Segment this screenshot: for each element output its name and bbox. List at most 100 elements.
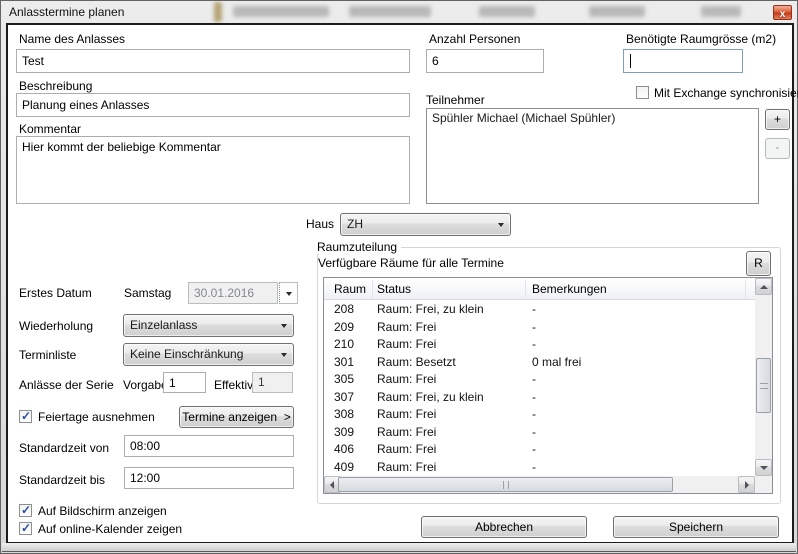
text-cursor bbox=[630, 54, 631, 68]
table-row[interactable]: 305Raum: Frei- bbox=[324, 370, 755, 388]
rooms-table: Raum Status Bemerkungen 208 Raum: Frei, z… bbox=[323, 277, 773, 494]
bildschirm-checkbox-label[interactable]: Auf Bildschirm anzeigen bbox=[38, 504, 167, 518]
table-row[interactable]: 208Raum: Frei, zu klein- bbox=[324, 300, 755, 318]
name-label: Name des Anlasses bbox=[19, 32, 125, 46]
scrollbar-corner bbox=[755, 476, 772, 493]
save-button[interactable]: Speichern bbox=[613, 516, 779, 538]
scroll-right-button[interactable] bbox=[738, 476, 755, 493]
thumb-grip bbox=[503, 481, 509, 489]
raumgroesse-label: Benötigte Raumgrösse (m2) bbox=[626, 32, 776, 46]
arrow-left-icon bbox=[330, 481, 334, 489]
table-cell: Raum: Frei bbox=[377, 425, 436, 439]
table-cell: Raum: Frei bbox=[377, 442, 436, 456]
beschreibung-label: Beschreibung bbox=[19, 79, 92, 93]
column-divider[interactable] bbox=[372, 280, 373, 298]
standardzeit-bis-input[interactable] bbox=[124, 467, 294, 489]
table-cell: - bbox=[532, 337, 536, 351]
anlaesse-der-serie-label: Anlässe der Serie bbox=[19, 378, 114, 392]
column-divider[interactable] bbox=[745, 280, 746, 298]
table-cell: Raum: Frei, zu klein bbox=[377, 302, 484, 316]
name-input[interactable] bbox=[16, 49, 410, 73]
table-cell: - bbox=[532, 442, 536, 456]
titlebar-reflection bbox=[349, 6, 431, 17]
column-divider[interactable] bbox=[525, 280, 526, 298]
refresh-rooms-button[interactable]: R bbox=[746, 251, 771, 276]
dialog-window: Anlasstermine planen x Name des Anlasses… bbox=[0, 0, 798, 554]
vorgabe-input[interactable] bbox=[163, 372, 206, 393]
table-row[interactable]: 309Raum: Frei- bbox=[324, 423, 755, 441]
bildschirm-checkbox[interactable] bbox=[19, 504, 32, 517]
close-button[interactable]: x bbox=[773, 5, 792, 20]
table-cell: 305 bbox=[334, 372, 354, 386]
online-kalender-checkbox-label[interactable]: Auf online-Kalender zeigen bbox=[38, 522, 182, 536]
weekday-label: Samstag bbox=[124, 286, 171, 300]
date-dropdown-button[interactable] bbox=[279, 282, 298, 304]
table-row[interactable]: 409Raum: Frei- bbox=[324, 458, 755, 476]
teilnehmer-list[interactable]: Spühler Michael (Michael Spühler) bbox=[426, 108, 759, 204]
kommentar-textarea[interactable]: Hier kommt der beliebige Kommentar bbox=[16, 136, 410, 204]
horizontal-scroll-thumb[interactable] bbox=[338, 477, 673, 492]
table-cell: - bbox=[532, 372, 536, 386]
window-title: Anlasstermine planen bbox=[9, 5, 124, 19]
arrow-right-icon bbox=[745, 481, 749, 489]
close-icon: x bbox=[780, 9, 786, 20]
verfuegbare-raeume-label: Verfügbare Räume für alle Termine bbox=[318, 256, 504, 270]
column-header-bemerkungen[interactable]: Bemerkungen bbox=[532, 282, 607, 296]
table-row[interactable]: 406Raum: Frei- bbox=[324, 440, 755, 458]
table-row[interactable]: 209Raum: Frei- bbox=[324, 318, 755, 336]
anzahl-personen-label: Anzahl Personen bbox=[429, 32, 520, 46]
vertical-scroll-thumb[interactable] bbox=[756, 358, 771, 413]
table-cell: - bbox=[532, 320, 536, 334]
anzahl-personen-input[interactable] bbox=[426, 49, 544, 73]
erstes-datum-input[interactable]: 30.01.2016 bbox=[188, 282, 278, 304]
terminliste-selected-value: Keine Einschränkung bbox=[130, 347, 243, 361]
erstes-datum-label: Erstes Datum bbox=[19, 286, 92, 300]
list-item[interactable]: Spühler Michael (Michael Spühler) bbox=[427, 109, 758, 127]
scroll-up-button[interactable] bbox=[755, 278, 772, 295]
termine-anzeigen-button[interactable]: Termine anzeigen > bbox=[179, 406, 294, 428]
beschreibung-input[interactable] bbox=[16, 93, 410, 117]
scroll-down-button[interactable] bbox=[755, 459, 772, 476]
wiederholung-select[interactable]: Einzelanlass bbox=[123, 314, 294, 337]
cancel-button[interactable]: Abbrechen bbox=[421, 516, 587, 538]
table-cell: 0 mal frei bbox=[532, 355, 581, 369]
chevron-down-icon bbox=[281, 324, 287, 328]
effektiv-label: Effektiv bbox=[214, 378, 253, 392]
table-cell: 208 bbox=[334, 302, 354, 316]
haus-select[interactable]: ZH bbox=[340, 213, 511, 236]
chevron-down-icon bbox=[281, 353, 287, 357]
standardzeit-bis-label: Standardzeit bis bbox=[19, 473, 105, 487]
table-row[interactable]: 307Raum: Frei, zu klein- bbox=[324, 388, 755, 406]
exchange-checkbox-label[interactable]: Mit Exchange synchronisieren bbox=[654, 86, 798, 100]
table-cell: 309 bbox=[334, 425, 354, 439]
terminliste-select[interactable]: Keine Einschränkung bbox=[123, 343, 294, 366]
title-bar[interactable]: Anlasstermine planen x bbox=[1, 1, 797, 23]
table-row[interactable]: 210Raum: Frei- bbox=[324, 335, 755, 353]
feiertage-checkbox-label[interactable]: Feiertage ausnehmen bbox=[38, 410, 155, 424]
exchange-checkbox[interactable] bbox=[636, 86, 649, 99]
titlebar-reflection bbox=[701, 6, 741, 17]
standardzeit-von-input[interactable] bbox=[124, 435, 294, 457]
kommentar-label: Kommentar bbox=[19, 122, 81, 136]
table-cell: 210 bbox=[334, 337, 354, 351]
table-cell: Raum: Besetzt bbox=[377, 355, 456, 369]
wiederholung-label: Wiederholung bbox=[19, 319, 93, 333]
online-kalender-checkbox[interactable] bbox=[19, 522, 32, 535]
arrow-down-icon bbox=[760, 466, 768, 470]
feiertage-checkbox[interactable] bbox=[19, 410, 32, 423]
vertical-scrollbar[interactable] bbox=[755, 278, 772, 476]
add-teilnehmer-button[interactable]: + bbox=[765, 109, 790, 130]
column-header-raum[interactable]: Raum bbox=[334, 282, 366, 296]
table-row[interactable]: 308Raum: Frei- bbox=[324, 405, 755, 423]
raumgroesse-input[interactable] bbox=[623, 49, 743, 73]
vorgabe-label: Vorgabe bbox=[123, 378, 168, 392]
table-row[interactable]: 301Raum: Besetzt0 mal frei bbox=[324, 353, 755, 371]
column-header-status[interactable]: Status bbox=[377, 282, 411, 296]
table-cell: Raum: Frei, zu klein bbox=[377, 390, 484, 404]
horizontal-scrollbar[interactable] bbox=[324, 476, 755, 493]
chevron-down-icon bbox=[498, 223, 504, 227]
chevron-down-icon bbox=[286, 292, 292, 296]
standardzeit-von-label: Standardzeit von bbox=[19, 441, 109, 455]
remove-teilnehmer-button[interactable]: - bbox=[765, 138, 790, 159]
table-cell: Raum: Frei bbox=[377, 320, 436, 334]
